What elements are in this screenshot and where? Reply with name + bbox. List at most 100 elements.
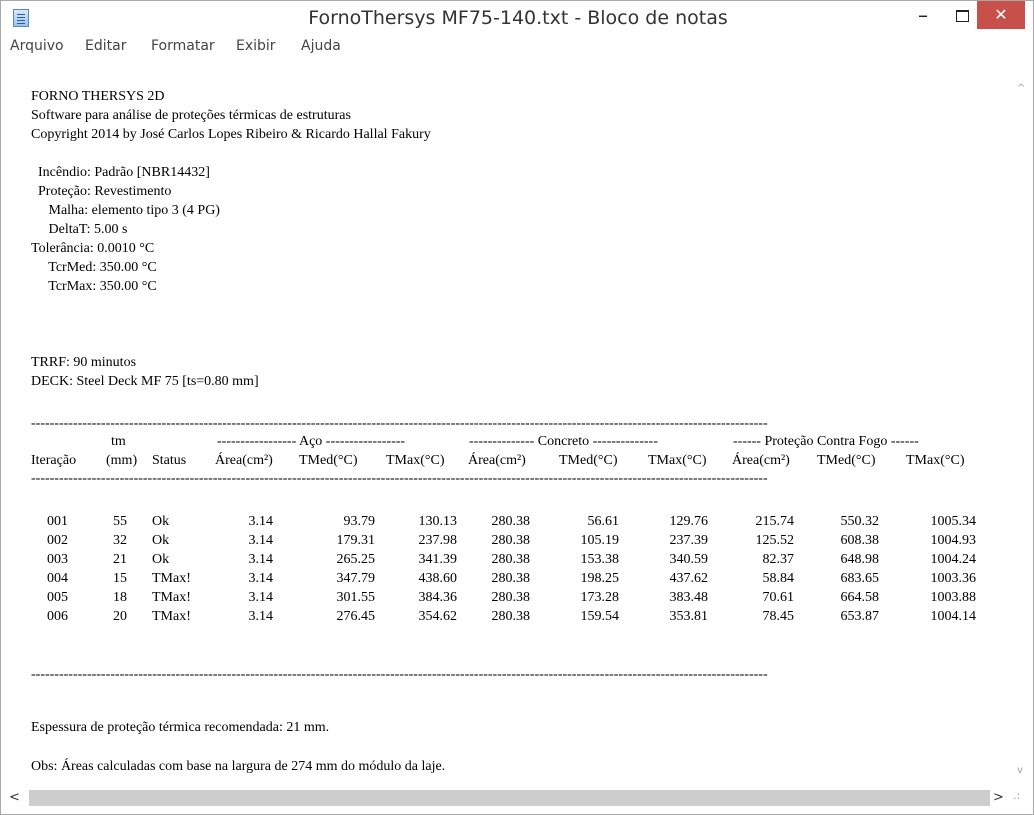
col-aco-area: Área(cm²) (215, 453, 273, 468)
maximize-button[interactable] (947, 1, 977, 29)
param-line: TcrMax: 350.00 °C (31, 279, 157, 294)
col-concreto-tmax: TMax(°C) (648, 453, 707, 468)
cell-concreto-tmax: 340.59 (669, 552, 709, 567)
cell-aco-area: 3.14 (248, 552, 274, 567)
cell-iteracao: 005 (47, 590, 68, 605)
cell-protecao-area: 58.84 (762, 571, 795, 586)
param-line: Incêndio: Padrão [NBR14432] (31, 165, 210, 180)
col-protecao-tmax: TMax(°C) (906, 453, 965, 468)
cell-aco-area: 3.14 (248, 609, 274, 624)
cell-aco-tmed: 276.45 (336, 609, 376, 624)
cell-concreto-tmed: 105.19 (580, 533, 620, 548)
cell-aco-tmax: 130.13 (418, 514, 458, 529)
cell-concreto-tmax: 353.81 (669, 609, 709, 624)
param-line: Malha: elemento tipo 3 (4 PG) (31, 203, 220, 218)
cell-concreto-area: 280.38 (491, 571, 531, 586)
table-rule-mid: ----------------------------------------… (31, 471, 768, 486)
cell-status: TMax! (152, 571, 191, 586)
cell-aco-tmax: 384.36 (418, 590, 458, 605)
cell-tm: 15 (113, 571, 127, 586)
menu-ajuda[interactable]: Ajuda (301, 35, 341, 58)
cell-protecao-area: 70.61 (762, 590, 795, 605)
menu-editar[interactable]: Editar (85, 35, 126, 58)
param-line: TcrMed: 350.00 °C (31, 260, 157, 275)
col-aco-tmed: TMed(°C) (299, 453, 358, 468)
col-aco-tmax: TMax(°C) (386, 453, 445, 468)
cell-protecao-area: 215.74 (755, 514, 795, 529)
cell-tm: 55 (113, 514, 127, 529)
cell-protecao-area: 78.45 (762, 609, 795, 624)
cell-concreto-tmed: 159.54 (580, 609, 620, 624)
cell-concreto-area: 280.38 (491, 552, 531, 567)
cell-protecao-tmax: 1003.36 (930, 571, 977, 586)
scroll-down-icon[interactable]: v (1017, 765, 1023, 776)
cell-concreto-tmax: 383.48 (669, 590, 709, 605)
cell-concreto-area: 280.38 (491, 514, 531, 529)
notepad-icon[interactable] (13, 9, 29, 27)
cell-tm: 32 (113, 533, 127, 548)
deck-line: DECK: Steel Deck MF 75 [ts=0.80 mm] (31, 374, 259, 389)
menu-exibir[interactable]: Exibir (236, 35, 276, 58)
cell-concreto-tmed: 173.28 (580, 590, 620, 605)
cell-aco-area: 3.14 (248, 533, 274, 548)
scroll-up-icon[interactable]: ^ (1017, 83, 1025, 94)
cell-aco-tmed: 265.25 (336, 552, 376, 567)
recommendation-line: Espessura de proteção térmica recomendad… (31, 720, 330, 735)
vertical-scrollbar[interactable]: ^ v (1011, 81, 1033, 785)
cell-status: TMax! (152, 609, 191, 624)
cell-aco-tmed: 347.79 (336, 571, 376, 586)
table-rule-bottom: ----------------------------------------… (31, 667, 768, 682)
cell-aco-tmax: 341.39 (418, 552, 458, 567)
obs-line: Obs: Áreas calculadas com base na largur… (31, 759, 446, 774)
cell-protecao-area: 82.37 (762, 552, 795, 567)
cell-protecao-tmax: 1003.88 (930, 590, 977, 605)
header-line: Copyright 2014 by José Carlos Lopes Ribe… (31, 127, 431, 142)
group-concreto: -------------- Concreto -------------- (469, 434, 658, 449)
cell-protecao-tmax: 1004.93 (930, 533, 977, 548)
cell-status: Ok (152, 552, 170, 567)
cell-protecao-tmed: 664.58 (840, 590, 880, 605)
col-concreto-area: Área(cm²) (468, 453, 526, 468)
table-rule-top: ----------------------------------------… (31, 416, 768, 431)
cell-aco-tmax: 438.60 (418, 571, 458, 586)
cell-concreto-tmax: 129.76 (669, 514, 709, 529)
cell-concreto-area: 280.38 (491, 533, 531, 548)
col-concreto-tmed: TMed(°C) (559, 453, 618, 468)
minimize-button[interactable]: – (908, 1, 938, 29)
menu-arquivo[interactable]: Arquivo (10, 35, 64, 58)
cell-concreto-tmed: 153.38 (580, 552, 620, 567)
cell-protecao-tmed: 653.87 (840, 609, 880, 624)
menu-formatar[interactable]: Formatar (151, 35, 215, 58)
title-bar[interactable]: FornoThersys MF75-140.txt - Bloco de not… (1, 1, 1033, 35)
param-line: Proteção: Revestimento (31, 184, 172, 199)
notepad-window: FornoThersys MF75-140.txt - Bloco de not… (0, 0, 1034, 815)
menu-bar: Arquivo Editar Formatar Exibir Ajuda (1, 35, 1033, 58)
param-line: Tolerância: 0.0010 °C (31, 241, 155, 256)
cell-iteracao: 003 (47, 552, 68, 567)
col-status: Status (152, 453, 187, 468)
header-line: Software para análise de proteções térmi… (31, 108, 351, 123)
cell-protecao-tmed: 550.32 (840, 514, 880, 529)
group-protecao: ------ Proteção Contra Fogo ------ (733, 434, 919, 449)
cell-aco-tmax: 354.62 (418, 609, 458, 624)
cell-concreto-area: 280.38 (491, 590, 531, 605)
text-editor[interactable]: FORNO THERSYS 2D Software para análise d… (31, 56, 991, 791)
window-title: FornoThersys MF75-140.txt - Bloco de not… (308, 7, 728, 29)
param-line: DeltaT: 5.00 s (31, 222, 128, 237)
scroll-right-icon[interactable]: > (993, 790, 1004, 805)
cell-aco-area: 3.14 (248, 590, 274, 605)
resize-grip-icon[interactable]: .: (1013, 789, 1031, 807)
cell-concreto-tmax: 237.39 (669, 533, 709, 548)
cell-protecao-tmax: 1004.24 (930, 552, 977, 567)
cell-aco-tmed: 93.79 (343, 514, 376, 529)
cell-status: Ok (152, 533, 170, 548)
cell-protecao-tmed: 608.38 (840, 533, 880, 548)
horizontal-scroll-thumb[interactable] (29, 790, 990, 806)
trrf-line: TRRF: 90 minutos (31, 355, 137, 370)
scroll-left-icon[interactable]: < (9, 790, 20, 805)
cell-aco-tmed: 179.31 (336, 533, 376, 548)
cell-status: Ok (152, 514, 170, 529)
close-button[interactable]: ✕ (977, 1, 1025, 29)
cell-aco-tmax: 237.98 (418, 533, 458, 548)
cell-concreto-tmed: 56.61 (587, 514, 620, 529)
